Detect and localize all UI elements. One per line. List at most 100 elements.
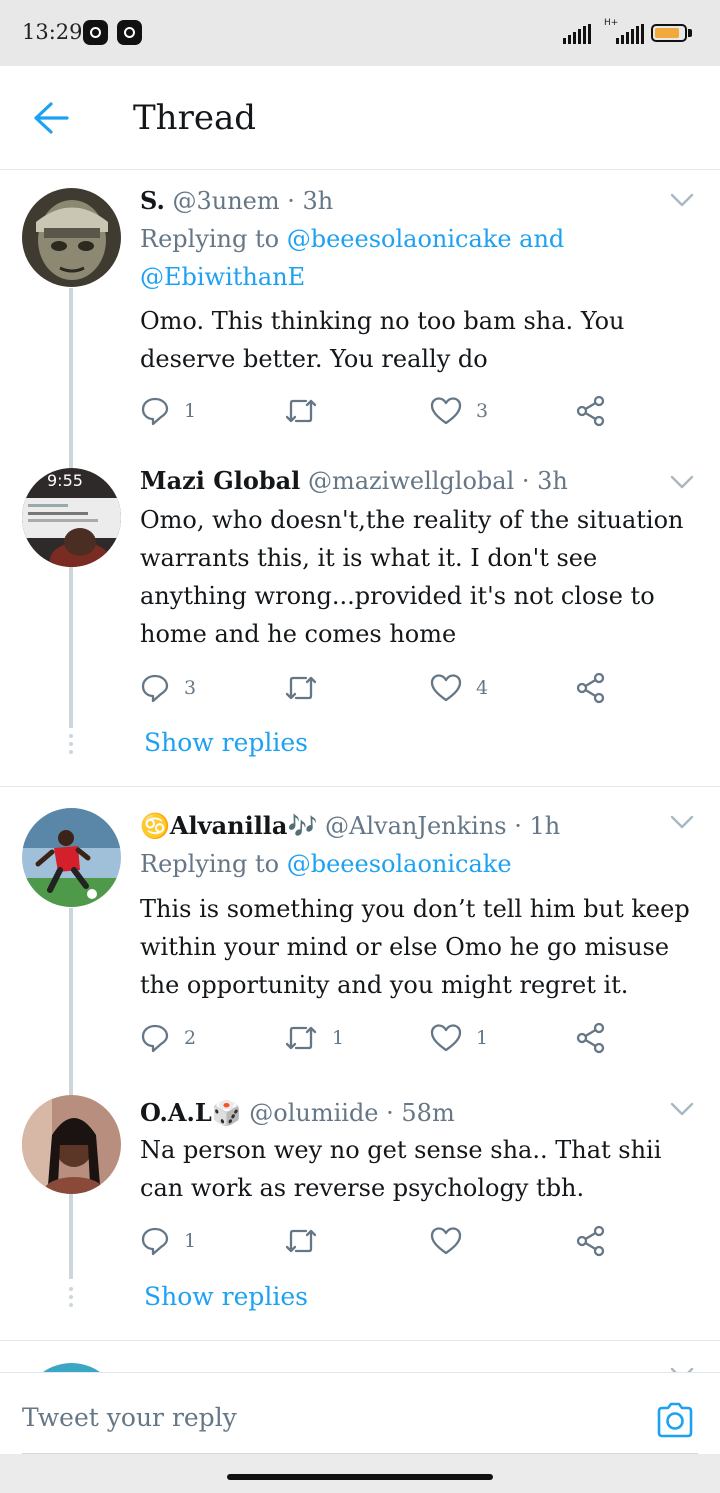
battery-icon [651, 24, 687, 42]
timestamp: 58m [401, 1099, 455, 1127]
show-replies-link[interactable]: Show replies [144, 728, 308, 757]
tweet-text: Na person wey no get sense sha.. That sh… [140, 1136, 662, 1202]
like-button[interactable]: 3 [430, 393, 488, 429]
reply-count: 1 [184, 400, 197, 422]
top-app-bar: Thread [0, 66, 720, 170]
tweet-actions: 3 4 [140, 670, 620, 706]
show-replies-link[interactable]: Show replies [144, 1282, 308, 1311]
notification-app-icon [83, 20, 108, 45]
reply-count: 2 [184, 1027, 197, 1049]
tweet-header: ♋Alvanilla🎶 @AlvanJenkins · 1h [140, 811, 561, 840]
name-emoji-suffix: 🎶 [287, 812, 318, 840]
retweet-icon [285, 1026, 317, 1050]
notification-app-icon [117, 20, 142, 45]
mention-link[interactable]: @beeesolaonicake and [287, 225, 565, 253]
tweet-text: This is something you don’t tell him but… [140, 895, 690, 999]
tweet[interactable]: O.A.L🎲 @olumiide · 58m Na person wey no … [0, 1085, 720, 1340]
avatar-screen-time: 9:55 [47, 471, 83, 490]
avatar[interactable] [22, 808, 121, 907]
tweet[interactable]: S. @3unem · 3h Replying to @beeesolaonic… [0, 170, 720, 606]
avatar[interactable] [22, 188, 121, 287]
reply-count: 1 [184, 1230, 197, 1252]
timestamp: 3h [302, 187, 334, 215]
reply-button[interactable]: 3 [140, 670, 196, 706]
display-name[interactable]: S. [140, 186, 165, 215]
battery-tip [688, 29, 692, 37]
retweet-count: 1 [332, 1027, 345, 1049]
signal-icon [616, 24, 644, 44]
chevron-down-icon[interactable] [670, 815, 694, 829]
tweet-header: S. @3unem · 3h [140, 186, 334, 215]
timestamp: 3h [537, 467, 568, 495]
retweet-button[interactable] [284, 393, 332, 429]
tweet-actions: 1 [140, 1223, 620, 1259]
home-gesture-handle[interactable] [227, 1474, 493, 1480]
next-tweet-peek [0, 1343, 720, 1373]
tweet-actions: 1 3 [140, 393, 620, 429]
reply-icon [141, 397, 169, 426]
system-nav-bar [0, 1454, 720, 1493]
retweet-button[interactable] [284, 1223, 332, 1259]
tweet-actions: 2 1 1 [140, 1020, 620, 1056]
reply-input[interactable]: Tweet your reply [22, 1403, 237, 1432]
like-count: 4 [476, 677, 489, 699]
reply-icon [141, 674, 169, 703]
display-name[interactable]: Mazi Global [140, 466, 300, 495]
avatar[interactable]: 9:55 [22, 468, 121, 567]
reply-button[interactable]: 2 [140, 1020, 196, 1056]
mention-link[interactable]: @beeesolaonicake [287, 850, 512, 878]
camera-icon[interactable] [655, 1401, 695, 1439]
retweet-button[interactable]: 1 [284, 1020, 344, 1056]
like-icon [430, 1024, 462, 1052]
like-icon [430, 397, 462, 425]
retweet-button[interactable] [284, 670, 332, 706]
chevron-down-icon[interactable] [670, 1102, 694, 1116]
display-name[interactable]: O.A.L🎲 [140, 1098, 242, 1127]
chevron-down-icon[interactable] [670, 193, 694, 207]
more-replies-dots [69, 734, 73, 758]
like-count: 1 [476, 1027, 489, 1049]
share-icon [576, 1225, 605, 1257]
like-count: 3 [476, 400, 489, 422]
tweet-text: Omo. This thinking no too bam sha. You d… [140, 307, 625, 373]
share-button[interactable] [575, 670, 607, 706]
share-button[interactable] [575, 1223, 607, 1259]
reply-button[interactable]: 1 [140, 393, 196, 429]
display-name[interactable]: ♋Alvanilla🎶 [140, 811, 317, 840]
tweet-header: O.A.L🎲 @olumiide · 58m [140, 1098, 455, 1127]
handle[interactable]: @AlvanJenkins [325, 812, 507, 840]
avatar[interactable] [22, 1095, 121, 1194]
reply-count: 3 [184, 677, 197, 699]
like-button[interactable] [430, 1223, 476, 1259]
thread-connector-line [69, 1194, 73, 1279]
like-button[interactable]: 4 [430, 670, 488, 706]
handle[interactable]: @maziwellglobal [308, 467, 514, 495]
reply-composer[interactable]: Tweet your reply [0, 1372, 720, 1455]
handle[interactable]: @olumiide [249, 1099, 378, 1127]
share-button[interactable] [575, 393, 607, 429]
divider [0, 1340, 720, 1341]
divider [0, 786, 720, 787]
signal-icon [563, 24, 591, 44]
share-button[interactable] [575, 1020, 607, 1056]
replying-to: Replying to @beeesolaonicake and @Ebiwit… [140, 225, 565, 291]
reply-icon [141, 1227, 169, 1256]
thread-connector-line [69, 908, 73, 1108]
like-button[interactable]: 1 [430, 1020, 488, 1056]
more-replies-dots [69, 1287, 73, 1311]
reply-button[interactable]: 1 [140, 1223, 196, 1259]
back-arrow-icon[interactable] [33, 101, 69, 135]
chevron-down-icon[interactable] [670, 475, 694, 489]
retweet-icon [285, 399, 317, 423]
handle[interactable]: @3unem [172, 187, 279, 215]
status-time: 13:29 [22, 20, 83, 44]
tweet-text: Omo, who doesn't,the reality of the situ… [140, 506, 684, 648]
like-icon [430, 1227, 462, 1255]
share-icon [576, 672, 605, 704]
like-icon [430, 674, 462, 702]
status-bar: 13:29 H+ [0, 0, 720, 66]
tweet[interactable]: 9:55 Mazi Global @maziwellglobal · 3h Om… [0, 450, 720, 786]
mention-link[interactable]: @EbiwithanE [140, 263, 305, 291]
tweet[interactable]: ♋Alvanilla🎶 @AlvanJenkins · 1h Replying … [0, 795, 720, 1108]
thread-connector-line [69, 568, 73, 728]
